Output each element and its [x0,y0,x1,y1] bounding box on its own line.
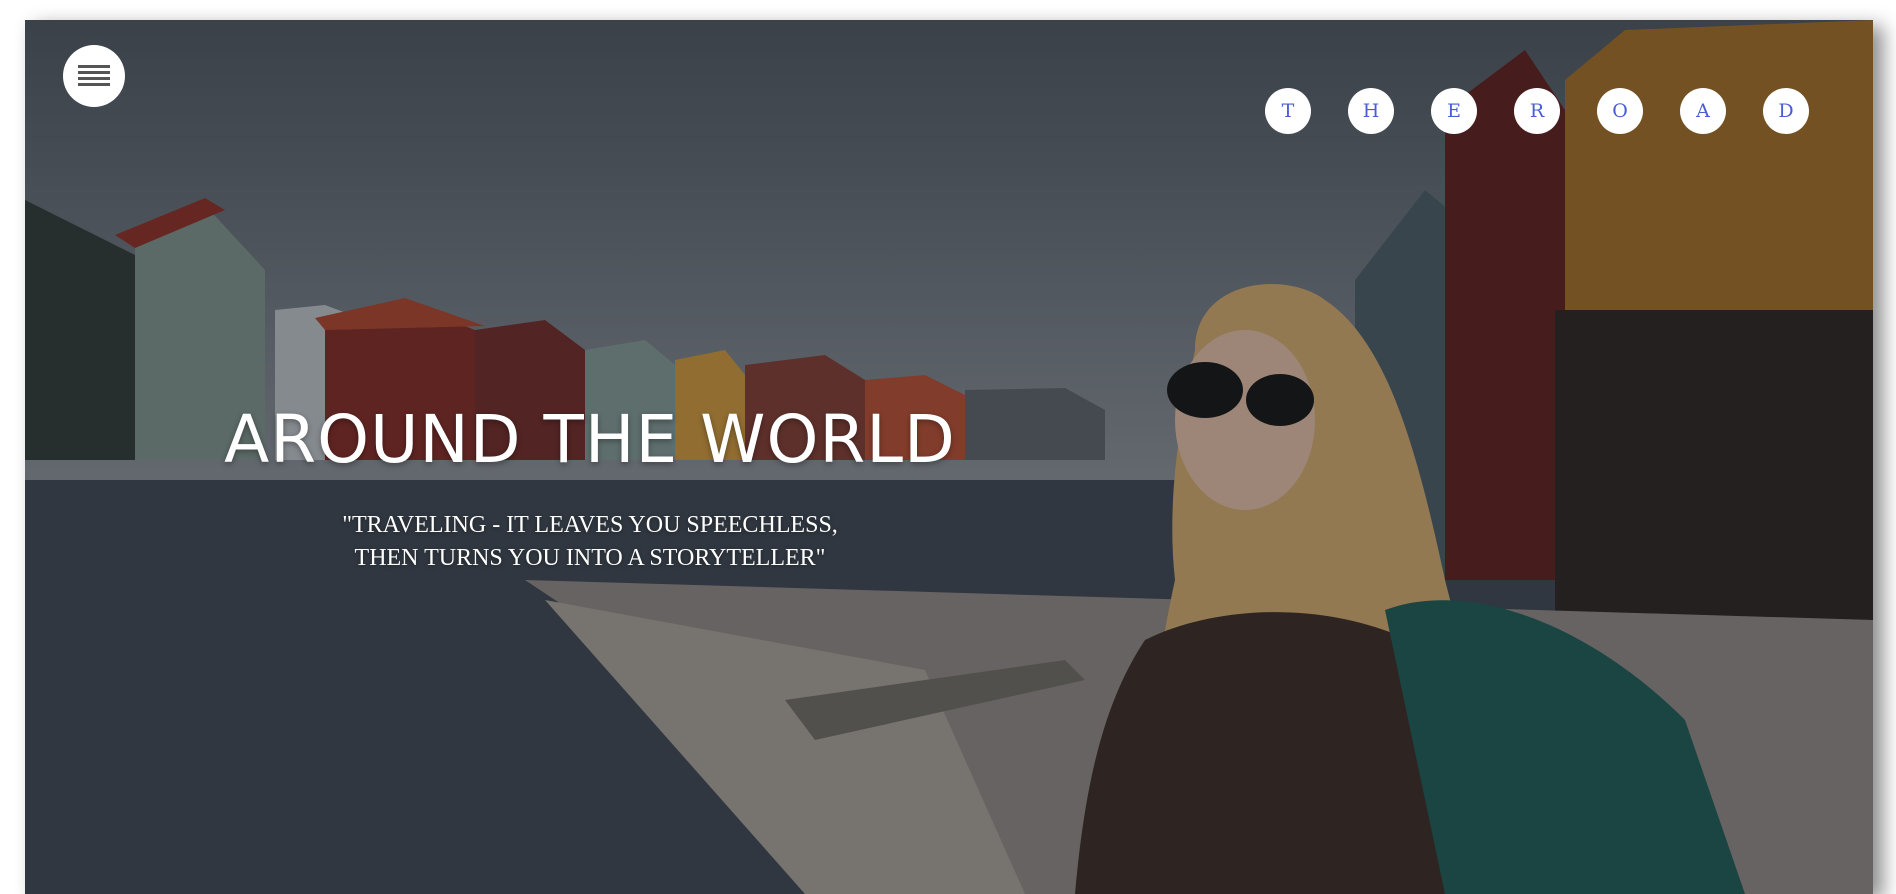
hero-title: AROUND THE WORLD [224,401,956,478]
letter-button-e[interactable]: E [1431,88,1477,134]
hero-text-block: AROUND THE WORLD "TRAVELING - IT LEAVES … [200,400,980,574]
letter-button-d[interactable]: D [1763,88,1809,134]
hero-section: T H E R O A D AROUND THE WORLD "TRAVELIN… [25,20,1873,894]
menu-button[interactable] [63,45,125,107]
letter-button-r[interactable]: R [1514,88,1560,134]
letter-button-h[interactable]: H [1348,88,1394,134]
hamburger-icon [78,65,110,86]
letter-nav: T H E R O A D [1265,88,1809,134]
letter-button-t[interactable]: T [1265,88,1311,134]
hero-quote-line-1: "TRAVELING - IT LEAVES YOU SPEECHLESS, [342,512,838,539]
letter-button-a[interactable]: A [1680,88,1726,134]
hero-quote: "TRAVELING - IT LEAVES YOU SPEECHLESS, T… [330,509,850,574]
hero-quote-line-2: THEN TURNS YOU INTO A STORYTELLER" [354,544,826,571]
letter-button-o[interactable]: O [1597,88,1643,134]
